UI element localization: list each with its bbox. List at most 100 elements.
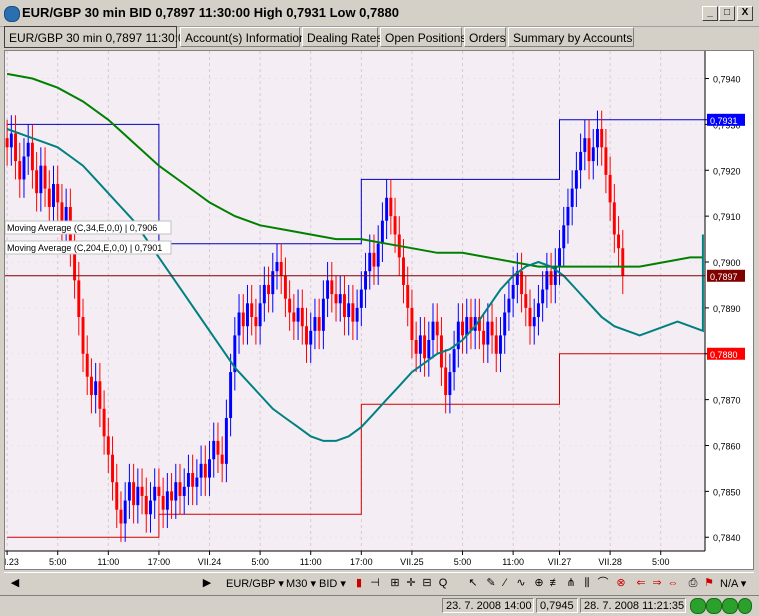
candle-body xyxy=(389,197,393,217)
arrow-right-icon[interactable]: ⇒ xyxy=(650,576,664,590)
tab-open-positions[interactable]: Open Positions xyxy=(380,27,466,47)
fibonacci-icon[interactable]: ≢ xyxy=(548,576,562,590)
candle-body xyxy=(566,206,570,226)
candle-body xyxy=(220,454,224,464)
candle-body xyxy=(402,257,405,285)
candle-body xyxy=(30,142,34,171)
candle-body xyxy=(241,312,245,327)
price-chart[interactable]: Moving Average (C,34,E,0,0) | 0,7906 Movi… xyxy=(0,50,754,570)
feed-status-icon xyxy=(738,598,752,614)
x-tick-label: 17:00 xyxy=(350,557,373,567)
data-status-icon xyxy=(706,598,722,614)
bar-style-icon[interactable]: ⊣ xyxy=(368,576,382,590)
tab-summary-by-accounts[interactable]: Summary by Accounts xyxy=(508,27,634,47)
arc-icon[interactable]: ⌒ xyxy=(596,576,610,590)
x-tick-label: VII.28 xyxy=(598,557,622,567)
window-title: EUR/GBP 30 min BID 0,7897 11:30:00 High … xyxy=(22,5,399,20)
x-tick-label: 5:00 xyxy=(652,557,670,567)
candle-body xyxy=(574,170,578,189)
candle-body xyxy=(153,486,157,501)
candle-body xyxy=(334,294,338,304)
pencil-icon[interactable]: ✎ xyxy=(484,576,498,590)
instrument-select[interactable]: EUR/GBP ▾ xyxy=(226,575,284,593)
candle-body xyxy=(237,312,241,336)
candle-body xyxy=(14,133,18,162)
delete-icon[interactable]: ⊗ xyxy=(614,576,628,590)
candle-body xyxy=(178,482,182,496)
tab-dealing-rates[interactable]: Dealing Rates xyxy=(302,27,382,47)
candle-body xyxy=(254,317,258,327)
y-tick-label: 0,7840 xyxy=(713,533,741,543)
candle-body xyxy=(292,312,296,322)
candle-body xyxy=(39,165,43,194)
minimize-button[interactable]: _ xyxy=(702,6,718,21)
candle-body xyxy=(410,307,414,340)
candle-body xyxy=(545,271,549,290)
wave-tool-icon[interactable]: ∿ xyxy=(514,576,528,590)
candle-body xyxy=(77,280,81,318)
price-label: 0,7897 xyxy=(710,272,738,282)
x-tick-label: VII.23 xyxy=(5,557,19,567)
candle-body xyxy=(587,138,591,162)
candle-body xyxy=(229,372,233,418)
zoom-icon[interactable]: Q xyxy=(436,576,450,590)
na-select[interactable]: N/A ▾ xyxy=(720,575,746,593)
status-date: 23. 7. 2008 14:00 xyxy=(442,598,534,613)
candle-body xyxy=(393,216,397,235)
candle-body xyxy=(490,321,494,336)
alert-icon[interactable]: ⚑ xyxy=(702,576,716,590)
cursor-icon[interactable]: ↖ xyxy=(466,576,480,590)
status-time: 28. 7. 2008 11:21:35 xyxy=(580,598,686,613)
tab-chart[interactable]: EUR/GBP 30 min 0,7897 11:30:00 xyxy=(4,26,191,48)
channel-icon[interactable]: ⫼ xyxy=(580,576,594,590)
arrow-left-icon[interactable]: ⇐ xyxy=(634,576,648,590)
fib-fan-icon[interactable]: ⋔ xyxy=(564,576,578,590)
scroll-left-icon[interactable]: ◀ xyxy=(8,576,22,590)
print-icon[interactable]: ⎙ xyxy=(686,576,700,590)
line-tool-icon[interactable]: ⁄ xyxy=(498,576,512,590)
x-tick-label: VII.24 xyxy=(198,557,222,567)
candle-body xyxy=(35,170,39,194)
candle-body xyxy=(132,482,136,506)
candle-body xyxy=(558,248,561,267)
candle-body xyxy=(431,321,435,340)
y-tick-label: 0,7890 xyxy=(713,304,741,314)
candle-body xyxy=(549,271,553,285)
candle-body xyxy=(595,128,599,148)
candle-body xyxy=(186,473,190,487)
scroll-right-icon[interactable]: ▶ xyxy=(200,576,214,590)
candle-body xyxy=(338,294,342,304)
candle-body xyxy=(427,339,431,359)
candle-body xyxy=(144,495,148,515)
candle-body xyxy=(359,289,363,308)
zoom-in-icon[interactable]: ⊕ xyxy=(532,576,546,590)
grid-icon[interactable]: ⊞ xyxy=(388,576,402,590)
candle-body xyxy=(499,335,502,354)
y-tick-label: 0,7900 xyxy=(713,258,741,268)
chart-type-icon[interactable]: ▮ xyxy=(352,576,366,590)
side-select[interactable]: BID ▾ xyxy=(319,575,346,593)
chart-svg[interactable]: Moving Average (C,34,E,0,0) | 0,7906 Movi… xyxy=(0,51,753,569)
y-tick-label: 0,7940 xyxy=(713,75,741,85)
candle-body xyxy=(216,440,220,455)
tab-accounts-information[interactable]: Account(s) Information xyxy=(180,27,306,47)
candle-body xyxy=(524,294,528,308)
candle-body xyxy=(448,372,452,396)
candle-body xyxy=(342,294,346,318)
candle-body xyxy=(321,298,325,331)
candle-body xyxy=(245,303,249,327)
restore-button[interactable]: □ xyxy=(719,6,735,21)
x-tick-label: VII.27 xyxy=(548,557,572,567)
x-tick-label: 5:00 xyxy=(49,557,67,567)
indicator-icon[interactable]: ⊟ xyxy=(420,576,434,590)
legend-label: Moving Average (C,34,E,0,0) | 0,7906 xyxy=(7,223,157,233)
candle-body xyxy=(224,417,228,464)
candle-body xyxy=(364,271,368,290)
close-button[interactable]: X xyxy=(737,6,753,21)
tab-orders[interactable]: Orders xyxy=(464,27,506,47)
candle-body xyxy=(305,326,308,345)
crosshair-icon[interactable]: ✛ xyxy=(404,576,418,590)
arrow-both-icon[interactable]: ⇔ xyxy=(666,576,680,590)
x-tick-label: VII.25 xyxy=(400,557,424,567)
period-select[interactable]: M30 ▾ xyxy=(286,575,316,593)
